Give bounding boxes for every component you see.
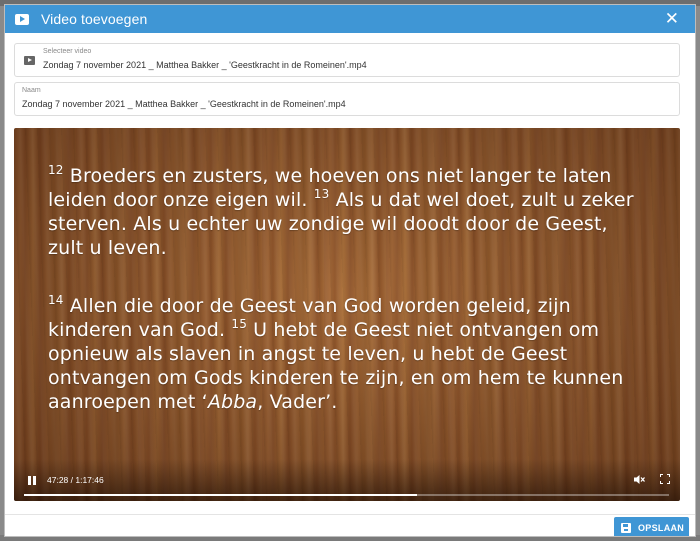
save-button-label: OPSLAAN xyxy=(638,523,685,533)
verse-text-15-italic: Abba xyxy=(207,391,258,413)
player-time: 47:28 / 1:17:46 xyxy=(47,475,104,485)
video-verse-block-1: 12 Broeders en zusters, we hoeven ons ni… xyxy=(48,164,648,260)
name-value: Zondag 7 november 2021 _ Matthea Bakker … xyxy=(22,99,346,109)
verse-text-15b: , Vader’. xyxy=(257,391,338,413)
video-add-modal: Video toevoegen ✕ Selecteer video Zondag… xyxy=(4,4,696,537)
footer-divider xyxy=(5,514,695,515)
name-field[interactable]: Naam Zondag 7 november 2021 _ Matthea Ba… xyxy=(14,82,680,116)
video-file-icon xyxy=(24,56,35,65)
name-label: Naam xyxy=(22,87,41,94)
save-button[interactable]: OPSLAAN xyxy=(614,517,689,536)
verse-number-12: 12 xyxy=(48,162,64,177)
select-video-label: Selecteer video xyxy=(43,48,92,55)
video-icon xyxy=(15,13,29,25)
video-verse-block-2: 14 Allen die door de Geest van God worde… xyxy=(48,294,648,414)
close-icon[interactable]: ✕ xyxy=(665,10,679,27)
progress-fill xyxy=(24,494,418,496)
modal-header: Video toevoegen ✕ xyxy=(5,5,695,33)
player-controls: 47:28 / 1:17:46 xyxy=(14,459,680,501)
select-video-value: Zondag 7 november 2021 _ Matthea Bakker … xyxy=(43,60,367,70)
video-player[interactable]: 12 Broeders en zusters, we hoeven ons ni… xyxy=(14,128,680,501)
mute-icon-svg xyxy=(634,475,645,484)
progress-bar[interactable] xyxy=(24,494,669,496)
verse-number-13: 13 xyxy=(313,186,330,201)
save-icon xyxy=(621,523,631,533)
mute-icon[interactable] xyxy=(634,474,646,485)
modal-title: Video toevoegen xyxy=(41,11,148,27)
fullscreen-icon[interactable] xyxy=(660,474,670,484)
verse-number-15: 15 xyxy=(231,316,247,331)
verse-number-14: 14 xyxy=(48,292,64,307)
pause-icon[interactable] xyxy=(28,476,36,485)
select-video-field[interactable]: Selecteer video Zondag 7 november 2021 _… xyxy=(14,43,680,77)
